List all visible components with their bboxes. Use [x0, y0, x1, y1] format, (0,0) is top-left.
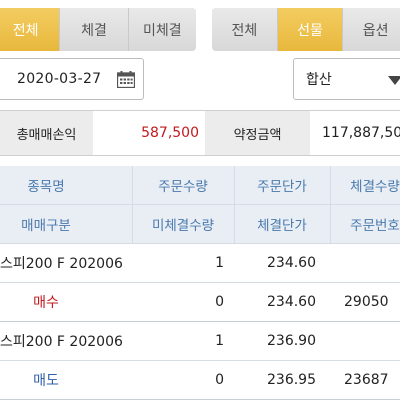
order-side: 매도 — [33, 373, 59, 389]
header-name: 종목명 — [27, 179, 65, 195]
order-grid: 종목명 주문수량 주문단가 체결수량 매매구분 미체결수량 체결단가 주문번호 … — [0, 166, 400, 400]
table-row[interactable]: 스피200 F 202006 1 236.90 — [0, 322, 400, 361]
tab-all[interactable]: 전체 — [0, 8, 61, 51]
total-pl-value: 587,500 — [141, 125, 199, 141]
order-number: 23687 — [344, 372, 389, 388]
order-qty: 1 — [215, 255, 224, 271]
product-type-tabs: 전체 선물 옵션 — [212, 8, 400, 51]
fill-price: 236.95 — [267, 372, 316, 388]
header-order-price: 주문단가 — [257, 179, 307, 195]
fill-price: 234.60 — [267, 294, 316, 310]
order-price: 236.90 — [267, 333, 316, 349]
table-row[interactable]: 매수 0 234.60 29050 — [0, 283, 400, 322]
tab-unfilled[interactable]: 미체결 — [128, 8, 196, 51]
filled-qty — [330, 322, 400, 360]
dropdown-arrow-icon[interactable] — [388, 76, 400, 85]
summary-bar: 총매매손익 587,500 약정금액 117,887,50 — [0, 110, 400, 156]
header-order-no: 주문번호 — [350, 218, 400, 234]
select-value: 합산 — [306, 72, 332, 88]
contract-amount-value: 117,887,50 — [322, 125, 400, 141]
contract-amount-label: 약정금액 — [205, 111, 310, 155]
order-qty: 1 — [215, 333, 224, 349]
date-value: 2020-03-27 — [17, 71, 102, 87]
tab-futures[interactable]: 선물 — [277, 8, 344, 51]
grid-header-row-1: 종목명 주문수량 주문단가 체결수량 — [0, 166, 400, 205]
grid-header-row-2: 매매구분 미체결수량 체결단가 주문번호 — [0, 205, 400, 244]
tab-filled[interactable]: 체결 — [60, 8, 129, 51]
header-side: 매매구분 — [21, 218, 71, 234]
total-pl-label: 총매매손익 — [0, 111, 93, 155]
unfilled-qty: 0 — [215, 294, 224, 310]
tab-options[interactable]: 옵션 — [343, 8, 400, 51]
date-picker[interactable]: 2020-03-27 — [0, 58, 144, 100]
order-price: 234.60 — [267, 255, 316, 271]
tab-all-products[interactable]: 전체 — [212, 8, 278, 51]
unfilled-qty: 0 — [215, 372, 224, 388]
header-unfilled-qty: 미체결수량 — [151, 218, 215, 234]
order-side: 매수 — [33, 295, 59, 311]
aggregate-select[interactable]: 합산 — [293, 58, 400, 100]
header-order-qty: 주문수량 — [158, 179, 208, 195]
filled-qty — [330, 244, 400, 282]
table-row[interactable]: 스피200 F 202006 1 234.60 — [0, 244, 400, 283]
header-fill-price: 체결단가 — [257, 218, 307, 234]
calendar-icon[interactable] — [117, 71, 135, 88]
order-number: 29050 — [344, 294, 389, 310]
order-status-tabs: 전체 체결 미체결 — [0, 8, 196, 51]
header-filled-qty: 체결수량 — [350, 179, 400, 195]
table-row[interactable]: 매도 0 236.95 23687 — [0, 361, 400, 400]
